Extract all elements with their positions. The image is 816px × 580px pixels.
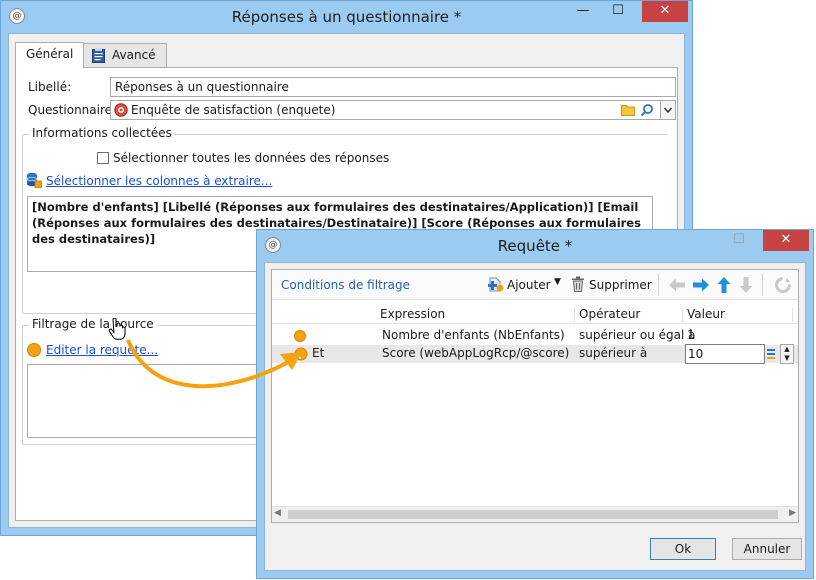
arrow-head-icon — [280, 352, 302, 370]
annotation-arrow — [126, 339, 302, 389]
hand-cursor-icon — [108, 318, 126, 340]
tab-general[interactable]: Général — [15, 42, 85, 68]
